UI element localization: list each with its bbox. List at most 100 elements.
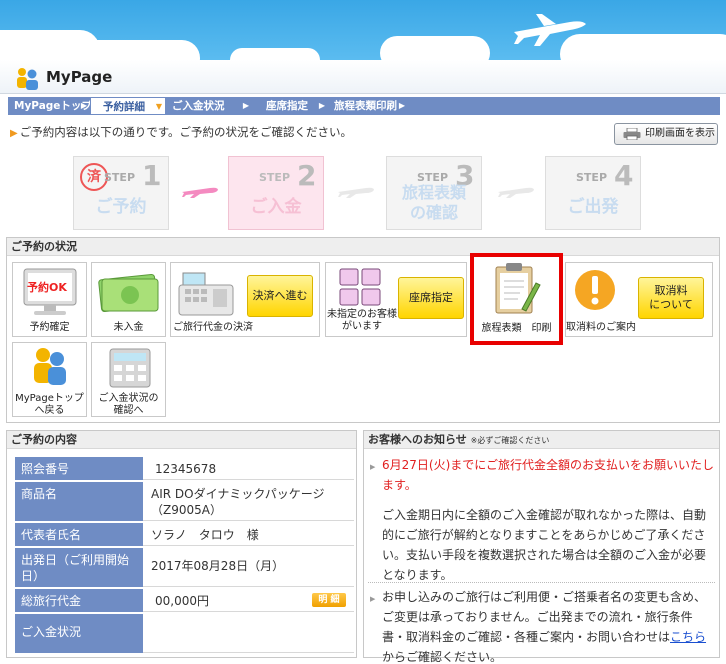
intro-label: ご予約内容は以下の通りです。ご予約の状況をご確認ください。: [19, 125, 353, 139]
notice-text: ご入金期日内に全額のご入金確認が取れなかった際は、自動的にご旅行が解約となります…: [382, 508, 707, 582]
notice-note: ※必ずご確認ください: [470, 436, 550, 445]
print-screen-button[interactable]: 印刷画面を表示: [614, 123, 718, 145]
row-value: 2017年08月28日（月）: [143, 548, 354, 587]
mypage-header: MyPage: [0, 60, 726, 94]
cancellation-fee-button[interactable]: 取消料 について: [638, 277, 704, 319]
step-word: STEP: [259, 171, 291, 184]
step-word: STEP: [104, 171, 136, 184]
booking-row-payment-status: ご入金状況: [15, 614, 354, 654]
customer-notices-panel: お客様へのお知らせ ※必ずご確認ください ▶ 6月27日(火)までにご旅行代金全…: [363, 430, 720, 664]
step-label: ご入金: [250, 197, 302, 217]
step-number: 1: [142, 159, 162, 192]
step-2-payment: STEP 2 ご入金: [228, 156, 324, 230]
step-number: 4: [614, 159, 634, 192]
details-button[interactable]: 明 細: [312, 593, 346, 607]
row-value: 12345678: [143, 457, 354, 480]
notice-alert: 6月27日(火)までにご旅行代金全額のお支払いをお願いいたします。: [382, 458, 715, 492]
row-value: ソラノ タロウ 様: [143, 523, 354, 546]
caption-line: ご入金状況の: [98, 393, 159, 404]
here-link[interactable]: こちら: [670, 630, 706, 644]
exclamation-icon: [575, 270, 615, 310]
sky-banner: [0, 0, 726, 60]
step-4-departure: STEP 4 ご出発: [545, 156, 641, 230]
step-3-itinerary: STEP 3 旅程表類 の確認: [386, 156, 482, 230]
money-icon: [98, 273, 159, 313]
button-label: 取消料 について: [649, 284, 693, 312]
nav-reservation-details[interactable]: 予約詳細 ▼: [90, 97, 166, 115]
step-label: ご予約: [95, 197, 147, 217]
breadcrumb-nav: MyPageトップ ▶ 予約詳細 ▼ ご入金状況 ▶ 座席指定 ▶ 旅程表類印刷 ▶: [8, 97, 720, 115]
arrow-right-icon: ▶: [242, 101, 249, 110]
step-number: 2: [297, 159, 317, 192]
row-key-line: 日）: [21, 569, 46, 583]
step-label-line: 旅程表類: [401, 183, 466, 202]
notice-text: お申し込みのご旅行はご利用便・ご搭乗者名の変更も含め、ご変更は承っておりません。…: [368, 585, 715, 664]
row-key-line: 出発日（ご利用開始: [21, 553, 130, 567]
highlight-box: [470, 253, 563, 345]
step-label: 旅程表類 の確認: [387, 183, 481, 223]
tile-caption: MyPageトップ へ戻る: [13, 393, 86, 417]
row-key: ご入金状況: [15, 614, 143, 653]
row-value-line: （Z9005A）: [151, 503, 222, 517]
notice-text-segment: からご確認ください。: [382, 650, 503, 664]
total-amount: 00,000円: [155, 594, 209, 608]
panel-title: ご予約の状況: [7, 238, 719, 256]
nav-label: 予約詳細: [103, 101, 145, 113]
cloud: [380, 36, 490, 60]
step-label-line: の確認: [409, 203, 458, 222]
screen-text: 予約OK: [27, 281, 67, 294]
tile-caption: 未入金: [113, 322, 144, 333]
row-value-line: AIR DOダイナミックパッケージ: [151, 487, 325, 501]
row-value: [143, 614, 354, 653]
step-1-reservation: 済 STEP 1 ご予約: [73, 156, 169, 230]
panel-title: ご予約の内容: [7, 431, 356, 449]
arrow-down-icon: ▼: [155, 102, 162, 111]
nav-payment-status[interactable]: ご入金状況 ▶: [166, 97, 252, 115]
row-value: 00,000円 明 細: [143, 589, 354, 612]
notice-block: ▶ 6月27日(火)までにご旅行代金全額のお支払いをお願いいたします。 ご入金期…: [368, 453, 715, 583]
tile-payment-status[interactable]: ご入金状況の 確認へ: [91, 342, 166, 417]
booking-row-reference: 照会番号 12345678: [15, 457, 354, 481]
step-word: STEP: [576, 171, 608, 184]
tile-mypage-top[interactable]: MyPageトップ へ戻る: [12, 342, 87, 417]
panel-title: お客様へのお知らせ ※必ずご確認ください: [364, 431, 719, 449]
users-icon: [17, 68, 38, 90]
booking-row-total: 総旅行代金 00,000円 明 細: [15, 589, 354, 613]
caption-line: 未指定のお客様: [327, 309, 397, 320]
notice-block: ▶ お申し込みのご旅行はご利用便・ご搭乗者名の変更も含め、ご変更は承っておりませ…: [368, 585, 715, 664]
progress-plane-icon: [498, 187, 534, 198]
printer-icon: [623, 128, 641, 140]
booking-row-representative: 代表者氏名 ソラノ タロウ 様: [15, 523, 354, 547]
progress-plane-icon: [338, 187, 374, 198]
row-key: 照会番号: [15, 457, 143, 480]
proceed-to-payment-button[interactable]: 決済へ進む: [247, 275, 313, 317]
row-key: 出発日（ご利用開始 日）: [15, 548, 143, 587]
tile-reservation-confirmed: 予約OK 予約確定: [12, 262, 87, 337]
row-key: 商品名: [15, 482, 143, 521]
caption-line: へ戻る: [34, 405, 65, 416]
print-button-label: 印刷画面を表示: [645, 128, 715, 139]
notice-title: お客様へのお知らせ: [368, 433, 467, 446]
tile-seat-selection: 座席指定 未指定のお客様 がいます: [325, 262, 467, 337]
cash-register-icon: [178, 272, 234, 316]
button-label-line: について: [649, 298, 693, 311]
nav-label: 旅程表類印刷: [334, 100, 397, 112]
progress-plane-icon: [182, 187, 218, 198]
nav-itinerary-print[interactable]: 旅程表類印刷 ▶: [328, 97, 408, 115]
calculator-icon: [109, 348, 151, 388]
step-label: ご出発: [567, 197, 619, 217]
cloud: [230, 48, 320, 60]
row-key: 総旅行代金: [15, 589, 143, 612]
nav-label: 座席指定: [266, 100, 308, 112]
seat-selection-button[interactable]: 座席指定: [398, 277, 464, 319]
tile-caption: ご入金状況の 確認へ: [92, 393, 165, 417]
tile-payment: 決済へ進む ご旅行代金の決済: [170, 262, 320, 337]
nav-mypage-top[interactable]: MyPageトップ ▶: [8, 97, 92, 115]
nav-seat-selection[interactable]: 座席指定 ▶: [252, 97, 328, 115]
arrow-right-icon: ▶: [398, 101, 405, 110]
cloud: [60, 40, 200, 60]
row-key: 代表者氏名: [15, 523, 143, 546]
row-value: AIR DOダイナミックパッケージ （Z9005A）: [143, 482, 354, 521]
caption-line: MyPageトップ: [15, 393, 84, 404]
users-icon: [34, 348, 66, 385]
